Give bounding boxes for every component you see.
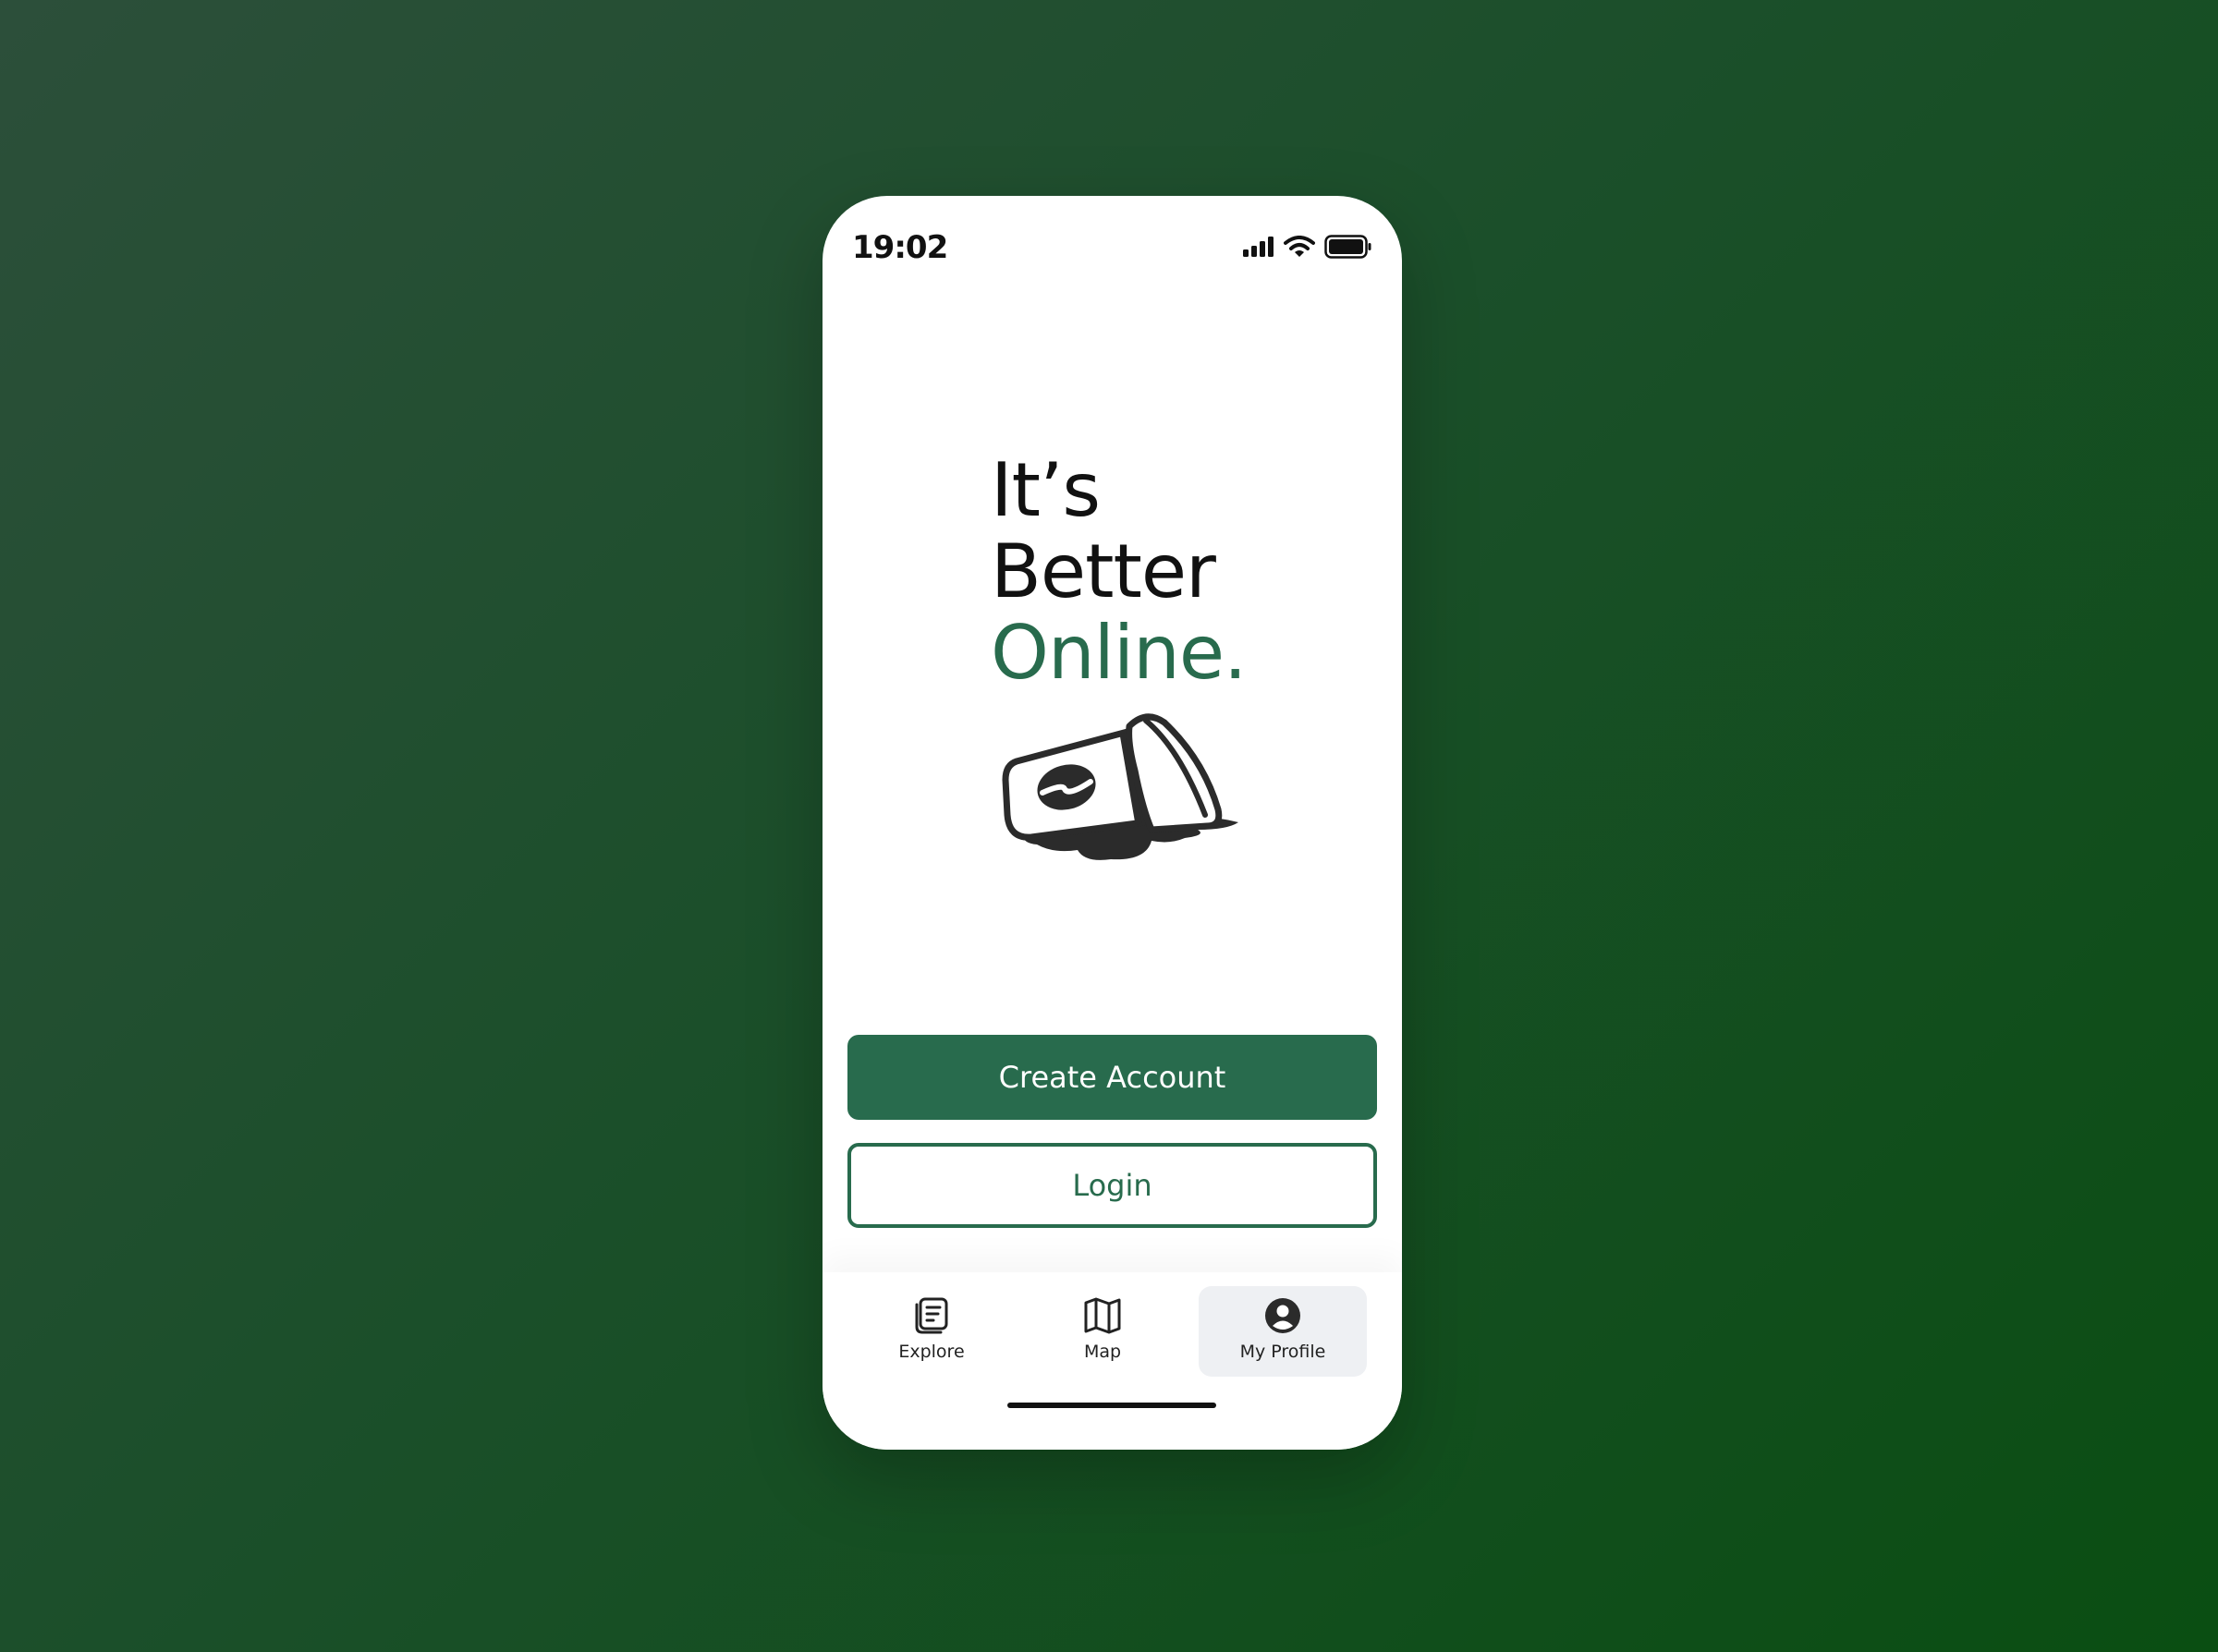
tab-my-profile-label: My Profile — [1239, 1342, 1326, 1362]
profile-icon — [1262, 1295, 1303, 1336]
home-indicator[interactable] — [1007, 1403, 1216, 1408]
tab-explore-label: Explore — [898, 1342, 965, 1362]
wifi-icon — [1284, 236, 1315, 261]
headline-line-3: Online. — [991, 610, 1247, 696]
hero-headline: It’s Better Online. — [991, 447, 1247, 696]
headline-line-1: It’s — [991, 447, 1101, 533]
tab-explore[interactable]: Explore — [847, 1286, 1016, 1377]
login-button[interactable]: Login — [847, 1143, 1377, 1228]
tab-my-profile[interactable]: My Profile — [1199, 1286, 1367, 1377]
explore-icon — [911, 1295, 952, 1336]
tab-map[interactable]: Map — [1018, 1286, 1187, 1377]
spilled-coffee-cup-illustration — [989, 706, 1248, 881]
create-account-button[interactable]: Create Account — [847, 1035, 1377, 1120]
tab-map-label: Map — [1083, 1342, 1122, 1362]
battery-icon — [1324, 235, 1372, 262]
status-icons — [1243, 235, 1372, 262]
bottom-tab-bar: Explore Map My Profile — [823, 1272, 1402, 1450]
status-time: 19:02 — [852, 229, 948, 266]
phone-screen: 19:02 It’s Better Online. Create Account… — [823, 196, 1402, 1450]
map-icon — [1082, 1295, 1123, 1336]
signal-icon — [1243, 237, 1274, 261]
headline-line-2: Better — [991, 528, 1216, 614]
